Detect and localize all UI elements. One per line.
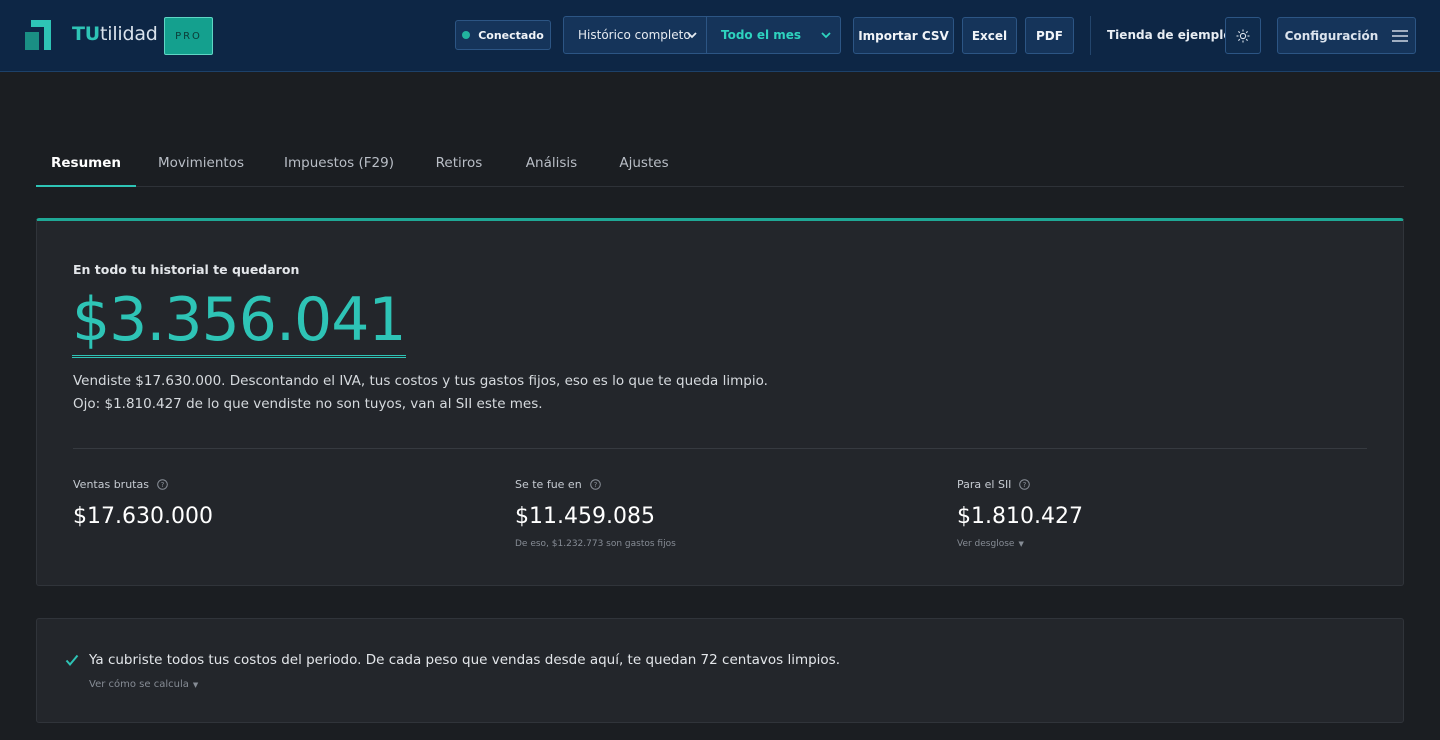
- stat-label: Ventas brutas: [73, 478, 149, 491]
- chevron-down-icon: [687, 32, 697, 39]
- svg-text:?: ?: [593, 481, 597, 489]
- store-name[interactable]: Tienda de ejemplo: [1107, 28, 1232, 42]
- header-divider: [1090, 16, 1091, 55]
- configuration-button[interactable]: Configuración: [1277, 17, 1416, 54]
- stat-sii: Para el SII ? $1.810.427 Ver desglose ▼: [957, 478, 1083, 549]
- stat-value: $1.810.427: [957, 504, 1083, 529]
- card-divider: [73, 448, 1367, 449]
- brand-suffix: tilidad: [100, 23, 158, 45]
- pro-badge: PRO: [164, 17, 213, 55]
- tab-impuestos[interactable]: Impuestos (F29): [274, 140, 404, 186]
- tutilidad-logo-icon[interactable]: [25, 20, 51, 50]
- see-calculation-label: Ver cómo se calcula: [89, 679, 189, 690]
- connection-status-label: Conectado: [478, 28, 544, 42]
- tab-ajustes[interactable]: Ajustes: [610, 140, 678, 186]
- period-select-value: Histórico completo: [578, 28, 691, 42]
- help-circle-icon[interactable]: ?: [1019, 479, 1031, 490]
- hamburger-menu-icon: [1392, 29, 1409, 42]
- svg-text:?: ?: [1023, 481, 1027, 489]
- tab-analisis[interactable]: Análisis: [516, 140, 587, 186]
- range-select[interactable]: Todo el mes: [707, 17, 840, 53]
- stat-value: $11.459.085: [515, 504, 655, 529]
- stat-label: Para el SII: [957, 478, 1012, 491]
- tab-resumen[interactable]: Resumen: [36, 140, 136, 187]
- brand-prefix: TU: [72, 23, 100, 45]
- stat-value: $17.630.000: [73, 504, 213, 529]
- brand-name[interactable]: TUtilidad: [72, 23, 158, 45]
- import-csv-button[interactable]: Importar CSV: [853, 17, 954, 54]
- stat-label-wrap: Para el SII ?: [957, 478, 1083, 491]
- period-select[interactable]: Histórico completo: [564, 17, 707, 53]
- stat-gross-sales: Ventas brutas ? $17.630.000: [73, 478, 213, 529]
- stat-subtext: De eso, $1.232.773 son gastos fijos: [515, 539, 676, 549]
- main-tabs: Resumen Movimientos Impuestos (F29) Reti…: [36, 140, 1404, 187]
- chevron-down-icon: [821, 32, 831, 39]
- stat-label: Se te fue en: [515, 478, 582, 491]
- export-pdf-button[interactable]: PDF: [1025, 17, 1074, 54]
- configuration-label: Configuración: [1284, 28, 1379, 43]
- caret-down-icon: ▼: [1018, 540, 1024, 548]
- stat-label-wrap: Se te fue en ?: [515, 478, 676, 491]
- svg-text:?: ?: [161, 481, 165, 489]
- status-dot-icon: [462, 31, 471, 39]
- see-calculation-link[interactable]: Ver cómo se calcula ▼: [89, 679, 198, 690]
- stat-spent: Se te fue en ? $11.459.085 De eso, $1.23…: [515, 478, 676, 549]
- help-circle-icon[interactable]: ?: [589, 479, 601, 490]
- break-even-notice: Ya cubriste todos tus costos del periodo…: [36, 618, 1404, 723]
- see-breakdown-label: Ver desglose: [957, 539, 1015, 549]
- theme-toggle-button[interactable]: [1225, 17, 1261, 54]
- top-header: TUtilidad PRO Conectado Histórico comple…: [0, 0, 1440, 72]
- notice-text: Ya cubriste todos tus costos del periodo…: [89, 652, 841, 668]
- see-breakdown-link[interactable]: Ver desglose ▼: [957, 539, 1083, 549]
- connection-status-button[interactable]: Conectado: [455, 20, 551, 50]
- tab-movimientos[interactable]: Movimientos: [146, 140, 256, 186]
- help-circle-icon[interactable]: ?: [157, 479, 168, 490]
- check-icon: [65, 654, 79, 667]
- summary-card: En todo tu historial te quedaron $3.356.…: [36, 218, 1404, 586]
- period-selector-group: Histórico completo Todo el mes: [563, 16, 841, 54]
- caret-down-icon: ▼: [192, 681, 199, 689]
- stat-label-wrap: Ventas brutas ?: [73, 478, 213, 491]
- net-amount[interactable]: $3.356.041: [72, 287, 407, 358]
- export-excel-button[interactable]: Excel: [962, 17, 1017, 54]
- range-select-value: Todo el mes: [721, 28, 802, 42]
- sun-icon: [1236, 29, 1250, 42]
- summary-description: Vendiste $17.630.000. Descontando el IVA…: [73, 373, 768, 389]
- tab-retiros[interactable]: Retiros: [425, 140, 493, 186]
- summary-label: En todo tu historial te quedaron: [73, 262, 300, 277]
- tax-warning: Ojo: $1.810.427 de lo que vendiste no so…: [73, 396, 543, 412]
